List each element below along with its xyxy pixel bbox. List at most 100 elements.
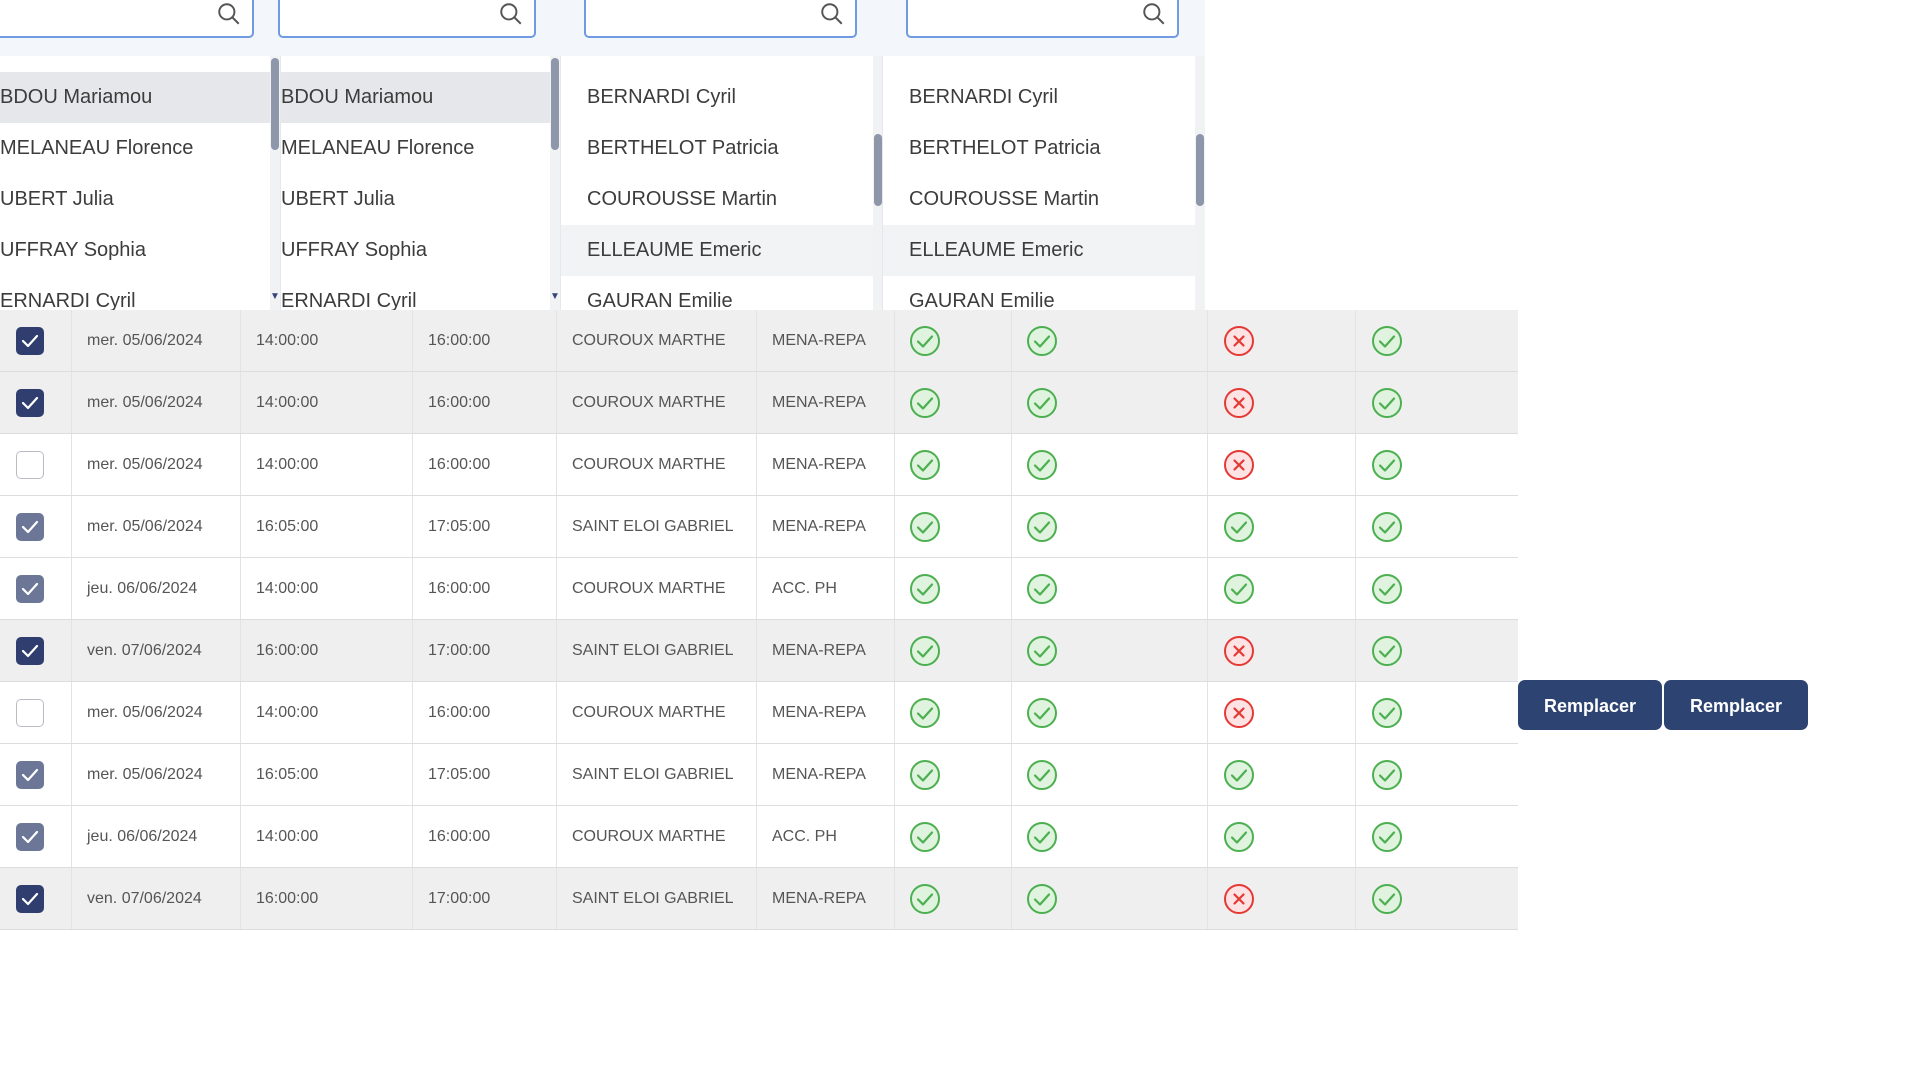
- dropdown-option[interactable]: ELLEAUME Emeric: [561, 225, 873, 276]
- row-checkbox[interactable]: [16, 885, 44, 913]
- table-row[interactable]: mer. 05/06/2024 16:05:00 17:05:00 SAINT ELO…: [0, 744, 1518, 806]
- replace-button[interactable]: Remplacer: [1664, 680, 1808, 730]
- column-divider: [1011, 744, 1012, 805]
- column-divider: [894, 868, 895, 929]
- table-row[interactable]: mer. 05/06/2024 14:00:00 16:00:00 COUROUX M…: [0, 310, 1518, 372]
- dropdown-option[interactable]: BERNARDI Cyril: [883, 72, 1205, 123]
- dropdown-option[interactable]: GAURAN Emilie: [561, 276, 883, 310]
- search-input-4[interactable]: [906, 0, 1179, 38]
- column-divider: [1355, 372, 1356, 433]
- check-circle-icon: [1224, 574, 1254, 604]
- dropdown-option[interactable]: ELLEAUME Emeric: [883, 225, 1195, 276]
- column-divider: [756, 806, 757, 867]
- search-input-3[interactable]: [584, 0, 857, 38]
- column-divider: [412, 558, 413, 619]
- search-icon[interactable]: [216, 1, 242, 27]
- dropdown-option[interactable]: BERTHELOT Patricia: [561, 123, 883, 174]
- column-divider: [1011, 682, 1012, 743]
- column-divider: [894, 620, 895, 681]
- scrollbar[interactable]: ▼: [270, 56, 280, 310]
- dropdown-option[interactable]: BDOU Mariamou: [0, 72, 280, 123]
- dropdown-list-3: BERNARDI Cyril BERTHELOT Patricia COUROU…: [560, 56, 883, 310]
- dropdown-option[interactable]: ERNARDI Cyril: [0, 276, 280, 310]
- table-row[interactable]: mer. 05/06/2024 16:05:00 17:05:00 SAINT ELO…: [0, 496, 1518, 558]
- check-circle-icon: [1372, 450, 1402, 480]
- beneficiary-cell: SAINT ELOI GABRIEL: [572, 642, 734, 659]
- dropdown-option[interactable]: BERNARDI Cyril: [561, 72, 883, 123]
- end-time-cell: 17:00:00: [428, 642, 491, 659]
- service-type-cell: MENA-REPA: [772, 332, 866, 349]
- row-checkbox[interactable]: [16, 699, 44, 727]
- scrollbar-thumb[interactable]: [1196, 134, 1204, 206]
- dropdown-option[interactable]: BDOU Mariamou: [281, 72, 561, 123]
- check-circle-icon: [1027, 574, 1057, 604]
- table-row[interactable]: jeu. 06/06/2024 14:00:00 16:00:00 COUROUX M…: [0, 806, 1518, 868]
- column-divider: [556, 372, 557, 433]
- column-divider: [1207, 496, 1208, 557]
- column-divider: [1207, 310, 1208, 371]
- dropdown-option[interactable]: MELANEAU Florence: [0, 123, 280, 174]
- search-icon[interactable]: [819, 1, 845, 27]
- replace-button[interactable]: Remplacer: [1518, 680, 1662, 730]
- row-checkbox[interactable]: [16, 575, 44, 603]
- beneficiary-cell: COUROUX MARTHE: [572, 828, 726, 845]
- scrollbar[interactable]: ▼: [550, 56, 560, 310]
- check-circle-icon: [910, 760, 940, 790]
- dropdown-option[interactable]: UBERT Julia: [281, 174, 561, 225]
- search-input-1[interactable]: [0, 0, 254, 38]
- row-checkbox[interactable]: [16, 451, 44, 479]
- check-circle-icon: [1372, 760, 1402, 790]
- dropdown-list-1: BDOU Mariamou MELANEAU Florence UBERT Ju…: [0, 56, 280, 310]
- search-icon[interactable]: [1141, 1, 1167, 27]
- column-divider: [412, 620, 413, 681]
- check-circle-icon: [910, 512, 940, 542]
- row-checkbox[interactable]: [16, 823, 44, 851]
- table-row[interactable]: mer. 05/06/2024 14:00:00 16:00:00 COUROUX M…: [0, 682, 1518, 744]
- scroll-down-arrow-icon[interactable]: ▼: [270, 292, 280, 302]
- dropdown-option[interactable]: COUROUSSE Martin: [883, 174, 1205, 225]
- column-divider: [556, 682, 557, 743]
- table-row[interactable]: jeu. 06/06/2024 14:00:00 16:00:00 COUROUX M…: [0, 558, 1518, 620]
- row-checkbox[interactable]: [16, 761, 44, 789]
- search-icon[interactable]: [498, 1, 524, 27]
- beneficiary-cell: COUROUX MARTHE: [572, 456, 726, 473]
- dropdown-option[interactable]: UBERT Julia: [0, 174, 280, 225]
- start-time-cell: 14:00:00: [256, 456, 319, 473]
- table-row[interactable]: mer. 05/06/2024 14:00:00 16:00:00 COUROUX M…: [0, 372, 1518, 434]
- table-row[interactable]: mer. 05/06/2024 14:00:00 16:00:00 COUROUX M…: [0, 434, 1518, 496]
- row-checkbox[interactable]: [16, 637, 44, 665]
- error-circle-icon: [1224, 698, 1254, 728]
- dropdown-option[interactable]: ERNARDI Cyril: [281, 276, 561, 310]
- dropdown-option[interactable]: UFFRAY Sophia: [0, 225, 280, 276]
- column-divider: [756, 868, 757, 929]
- column-divider: [240, 620, 241, 681]
- column-divider: [1011, 372, 1012, 433]
- checkmark-icon: [21, 520, 39, 534]
- row-checkbox[interactable]: [16, 327, 44, 355]
- column-divider: [1207, 372, 1208, 433]
- table-row[interactable]: ven. 07/06/2024 16:00:00 17:00:00 SAINT ELO…: [0, 620, 1518, 682]
- error-circle-icon: [1224, 636, 1254, 666]
- dropdown-option[interactable]: MELANEAU Florence: [281, 123, 561, 174]
- dropdown-option[interactable]: BERTHELOT Patricia: [883, 123, 1205, 174]
- column-divider: [240, 682, 241, 743]
- check-circle-icon: [910, 388, 940, 418]
- column-divider: [894, 744, 895, 805]
- row-checkbox[interactable]: [16, 389, 44, 417]
- scrollbar-thumb[interactable]: [271, 58, 279, 150]
- row-checkbox[interactable]: [16, 513, 44, 541]
- end-time-cell: 16:00:00: [428, 828, 491, 845]
- checkmark-icon: [21, 582, 39, 596]
- dropdown-option[interactable]: GAURAN Emilie: [883, 276, 1205, 310]
- dropdown-option[interactable]: COUROUSSE Martin: [561, 174, 883, 225]
- dropdown-option[interactable]: UFFRAY Sophia: [281, 225, 561, 276]
- scroll-down-arrow-icon[interactable]: ▼: [550, 292, 560, 302]
- check-circle-icon: [1372, 574, 1402, 604]
- column-divider: [71, 558, 72, 619]
- scrollbar-thumb[interactable]: [874, 134, 882, 206]
- column-divider: [1207, 868, 1208, 929]
- scrollbar[interactable]: [1195, 56, 1205, 310]
- table-row[interactable]: ven. 07/06/2024 16:00:00 17:00:00 SAINT ELO…: [0, 868, 1518, 930]
- scrollbar-thumb[interactable]: [551, 58, 559, 150]
- search-input-2[interactable]: [278, 0, 536, 38]
